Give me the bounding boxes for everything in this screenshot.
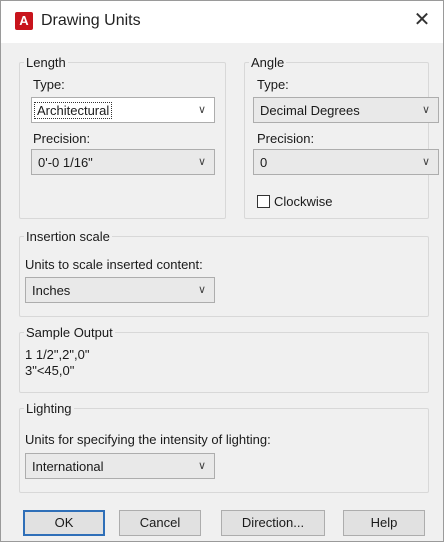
lighting-units-value: International	[32, 459, 104, 474]
chevron-down-icon[interactable]: ∨	[418, 101, 434, 119]
length-type-select[interactable]: Architectural ∨	[31, 97, 215, 123]
angle-type-value: Decimal Degrees	[260, 103, 360, 118]
insertion-scale-group: Insertion scale	[19, 229, 429, 317]
sample-output-line-1: 1 1/2",2",0"	[25, 347, 90, 362]
angle-precision-select[interactable]: 0 ∨	[253, 149, 439, 175]
lighting-group-label: Lighting	[26, 401, 72, 416]
length-type-value: Architectural	[33, 102, 113, 119]
angle-precision-value: 0	[260, 155, 268, 170]
length-type-label: Type:	[33, 77, 65, 92]
window-title: Drawing Units	[41, 12, 141, 29]
chevron-down-icon[interactable]: ∨	[194, 457, 210, 475]
chevron-down-icon[interactable]: ∨	[418, 153, 434, 171]
sample-output-group-label: Sample Output	[26, 325, 113, 340]
angle-type-select[interactable]: Decimal Degrees ∨	[253, 97, 439, 123]
lighting-units-select[interactable]: International ∨	[25, 453, 215, 479]
length-precision-select[interactable]: 0'-0 1/16" ∨	[31, 149, 215, 175]
length-precision-label: Precision:	[33, 131, 91, 146]
direction-button[interactable]: Direction...	[221, 510, 325, 536]
autocad-icon: A	[15, 12, 33, 30]
insertion-units-select[interactable]: Inches ∨	[25, 277, 215, 303]
chevron-down-icon[interactable]: ∨	[194, 101, 210, 119]
cancel-button[interactable]: Cancel	[119, 510, 201, 536]
close-icon[interactable]: ✕	[411, 9, 433, 31]
lighting-units-label: Units for specifying the intensity of li…	[25, 432, 271, 447]
length-precision-value: 0'-0 1/16"	[38, 155, 93, 170]
title-bar[interactable]: A Drawing Units ✕	[1, 1, 443, 43]
drawing-units-dialog: A Drawing Units ✕ Length Type: Architect…	[0, 0, 444, 542]
chevron-down-icon[interactable]: ∨	[194, 153, 210, 171]
angle-group-label: Angle	[251, 55, 285, 70]
insertion-units-value: Inches	[32, 283, 71, 298]
angle-type-label: Type:	[257, 77, 289, 92]
insertion-units-label: Units to scale inserted content:	[25, 257, 203, 272]
clockwise-label[interactable]: Clockwise	[274, 194, 333, 209]
clockwise-checkbox[interactable]	[257, 195, 270, 208]
length-group-label: Length	[26, 55, 66, 70]
sample-output-line-2: 3"<45,0"	[25, 363, 75, 378]
lighting-group: Lighting	[19, 401, 429, 493]
help-button[interactable]: Help	[343, 510, 425, 536]
ok-button[interactable]: OK	[23, 510, 105, 536]
insertion-scale-group-label: Insertion scale	[26, 229, 110, 244]
angle-precision-label: Precision:	[257, 131, 315, 146]
chevron-down-icon[interactable]: ∨	[194, 281, 210, 299]
